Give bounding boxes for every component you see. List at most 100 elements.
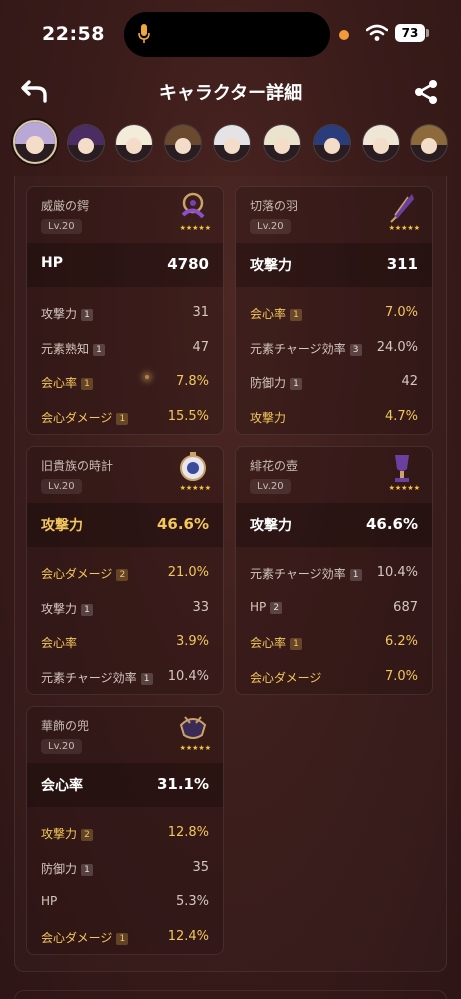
- sub-stat: HP 5.3%: [27, 885, 223, 920]
- sub-stat: 会心ダメージ 2 21.0%: [27, 556, 223, 591]
- character-avatar[interactable]: [263, 124, 301, 162]
- header: キャラクター詳細: [0, 70, 461, 114]
- sub-stat-value: 10.4%: [376, 565, 418, 580]
- goblet-artifact-icon: [395, 455, 409, 482]
- sub-stat-name: 会心率: [41, 636, 78, 650]
- artifact-card[interactable]: 旧貴族の時計 Lv.20 ★★★★★ 攻撃力 46.6% 会心ダメージ 2 21.0% 攻撃力 1…: [26, 446, 224, 695]
- stat-spacer: [27, 807, 223, 816]
- roll-count-badge: 1: [81, 603, 94, 616]
- sub-stat-name: 会心率: [41, 376, 78, 390]
- sub-stat-name: 攻撃力: [41, 307, 78, 321]
- artifact-card[interactable]: 切落の羽 Lv.20 ★★★★★ 攻撃力 311 会心率 1 7.0% 元素チャージ効率 3 24.…: [235, 186, 433, 435]
- character-avatar[interactable]: [410, 124, 448, 162]
- artifact-card-header: 切落の羽 Lv.20 ★★★★★: [236, 187, 432, 243]
- artifact-card-header: 華飾の兜 Lv.20 ★★★★★: [27, 707, 223, 763]
- artifact-name: 切落の羽: [250, 199, 299, 213]
- sub-stat-name: 元素熟知: [41, 341, 90, 356]
- stat-spacer: [236, 287, 432, 296]
- artifact-card-header: 緋花の壺 Lv.20 ★★★★★: [236, 447, 432, 503]
- main-stat-value: 4780: [167, 255, 209, 273]
- artifact-level: Lv.20: [250, 219, 291, 234]
- character-avatar[interactable]: [67, 124, 105, 162]
- artifact-name: 旧貴族の時計: [41, 459, 114, 473]
- sub-stat: 元素チャージ効率 1 10.4%: [27, 660, 223, 695]
- sub-stat-label: 会心率 1: [41, 374, 94, 391]
- roll-count-badge: 1: [140, 672, 153, 685]
- main-stat: 攻撃力 46.6%: [236, 503, 432, 547]
- sub-stat-value: 3.9%: [175, 634, 209, 649]
- sub-stat: 会心率 1 6.2%: [236, 625, 432, 660]
- main-stat-label: 攻撃力: [250, 518, 292, 534]
- sub-stat-name: 会心率: [250, 636, 287, 650]
- sub-stat-value: 5.3%: [175, 894, 209, 909]
- artifact-card-header: 旧貴族の時計 Lv.20 ★★★★★: [27, 447, 223, 503]
- artifact-level: Lv.20: [250, 479, 291, 494]
- character-avatar[interactable]: [13, 120, 57, 164]
- share-icon[interactable]: [412, 78, 440, 106]
- artifact-card[interactable]: 華飾の兜 Lv.20 ★★★★★ 会心率 31.1% 攻撃力 2 12.8% 防御力 1 35 HP 5…: [26, 706, 224, 955]
- sub-stat-label: 会心ダメージ 1: [41, 409, 129, 426]
- main-stat-value: 31.1%: [156, 775, 209, 793]
- sub-stat: 会心ダメージ 7.0%: [236, 660, 432, 695]
- roll-count-badge: 1: [81, 378, 94, 390]
- character-avatar[interactable]: [313, 124, 351, 162]
- character-avatar[interactable]: [362, 124, 400, 162]
- sub-stat: 攻撃力 1 33: [27, 591, 223, 626]
- rarity-stars: ★★★★★: [179, 224, 211, 232]
- recording-indicator: [339, 30, 349, 40]
- avatar-face: [26, 136, 44, 154]
- sub-stat-value: 21.0%: [167, 565, 209, 580]
- sub-stat-name: 防御力: [250, 376, 287, 390]
- sub-stat-value: 35: [192, 859, 209, 875]
- main-stat: HP 4780: [27, 243, 223, 287]
- sub-stat-value: 42: [401, 374, 418, 389]
- battery-level: 73: [395, 24, 425, 42]
- sub-stat-name: 会心率: [250, 307, 287, 321]
- sub-stat-label: 攻撃力: [250, 409, 286, 426]
- dynamic-island: [124, 12, 330, 57]
- roll-count-badge: 1: [116, 412, 129, 425]
- sub-stat-label: 防御力 1: [41, 860, 94, 877]
- sub-stat-label: 会心ダメージ: [250, 669, 321, 686]
- microphone-icon: [138, 24, 150, 43]
- character-avatar[interactable]: [115, 124, 153, 162]
- artifact-card[interactable]: 緋花の壺 Lv.20 ★★★★★ 攻撃力 46.6% 元素チャージ効率 1 10.4% HP 2 6…: [235, 446, 433, 695]
- avatar-face: [175, 137, 191, 154]
- artifact-card-header: 威厳の鍔 Lv.20 ★★★★★: [27, 187, 223, 243]
- wifi-icon: [366, 24, 388, 41]
- roll-count-badge: 2: [270, 601, 283, 614]
- sub-stat-value: 7.0%: [384, 668, 418, 684]
- sub-stat-value: 24.0%: [376, 339, 418, 355]
- status-bar: 22:58 73: [0, 0, 461, 66]
- sub-stat: 攻撃力 2 12.8%: [27, 816, 223, 851]
- sub-stat: 攻撃力 1 31: [27, 296, 223, 331]
- roll-count-badge: 1: [349, 569, 362, 581]
- sub-stat: 元素チャージ効率 1 10.4%: [236, 556, 432, 591]
- character-avatar[interactable]: [164, 124, 202, 162]
- sub-stat: 攻撃力 4.7%: [236, 400, 432, 435]
- circlet-artifact-icon: [179, 716, 207, 739]
- roll-count-badge: 2: [116, 569, 129, 581]
- sub-stat: 防御力 1 35: [27, 851, 223, 886]
- artifact-level: Lv.20: [41, 739, 82, 754]
- character-avatar[interactable]: [213, 124, 251, 162]
- sub-stat-value: 12.8%: [167, 825, 209, 840]
- sub-stat-value: 31: [192, 305, 209, 320]
- sub-stat-label: 防御力 1: [250, 374, 303, 391]
- sub-stat: 元素チャージ効率 3 24.0%: [236, 331, 432, 366]
- sub-stat-value: 7.0%: [384, 305, 418, 320]
- artifact-card[interactable]: 威厳の鍔 Lv.20 ★★★★★ HP 4780 攻撃力 1 31 元素熟知 1 47 会心率 1 7.8…: [26, 186, 224, 435]
- sub-stat-label: 攻撃力 1: [41, 305, 94, 322]
- roll-count-badge: 1: [290, 378, 303, 390]
- sub-stat-value: 4.7%: [384, 408, 418, 424]
- sub-stat-name: HP: [250, 599, 267, 614]
- main-stat: 攻撃力 46.6%: [27, 503, 223, 547]
- sub-stat-name: 元素チャージ効率: [41, 670, 137, 685]
- sub-stat-label: 元素チャージ効率 1: [250, 565, 362, 582]
- main-stat: 会心率 31.1%: [27, 763, 223, 807]
- sub-stat: 会心率 1 7.0%: [236, 296, 432, 331]
- sub-stat-name: 会心ダメージ: [41, 567, 113, 581]
- sub-stat-label: 元素チャージ効率 1: [41, 669, 153, 686]
- stat-spacer: [27, 287, 223, 296]
- sub-stat-label: 会心率 1: [250, 634, 303, 651]
